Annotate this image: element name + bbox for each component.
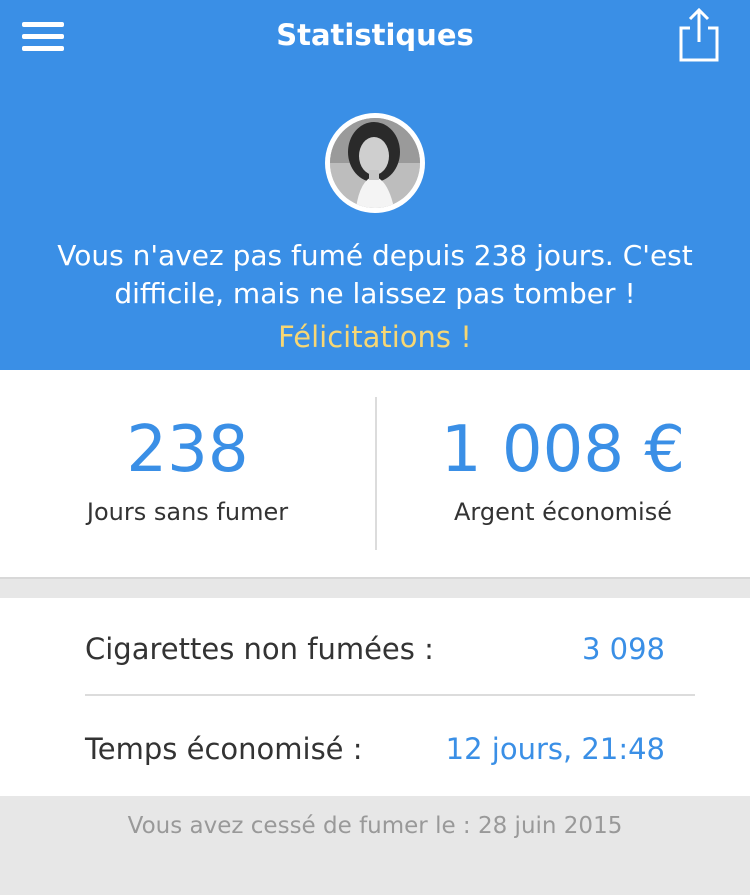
share-button[interactable]	[676, 6, 722, 64]
user-avatar-image	[330, 118, 420, 208]
header-banner: Statistiques Vous n'avez pas fumé depuis…	[0, 0, 750, 370]
money-stat: 1 008 € Argent économisé	[376, 370, 750, 579]
time-saved-label: Temps économisé :	[85, 732, 363, 766]
money-label: Argent économisé	[454, 498, 672, 526]
summary-divider	[375, 397, 377, 550]
list-item-cigarettes: Cigarettes non fumées : 3 098	[85, 598, 695, 696]
motivation-message: Vous n'avez pas fumé depuis 238 jours. C…	[57, 239, 693, 310]
congrats-text: Félicitations !	[278, 320, 472, 354]
days-stat: 238 Jours sans fumer	[0, 370, 375, 579]
days-value: 238	[126, 413, 249, 487]
page-title: Statistiques	[276, 18, 474, 52]
cigarettes-label: Cigarettes non fumées :	[85, 632, 434, 666]
money-value: 1 008 €	[440, 413, 686, 487]
time-saved-value: 12 jours, 21:48	[445, 732, 665, 766]
days-label: Jours sans fumer	[86, 498, 289, 526]
quit-date-footer: Vous avez cessé de fumer le : 28 juin 20…	[127, 813, 623, 839]
avatar[interactable]	[325, 113, 425, 213]
share-icon	[679, 7, 719, 62]
list-item-time: Temps économisé : 12 jours, 21:48	[85, 698, 695, 796]
cigarettes-value: 3 098	[581, 632, 665, 666]
details-list: Cigarettes non fumées : 3 098 Temps écon…	[0, 598, 750, 796]
